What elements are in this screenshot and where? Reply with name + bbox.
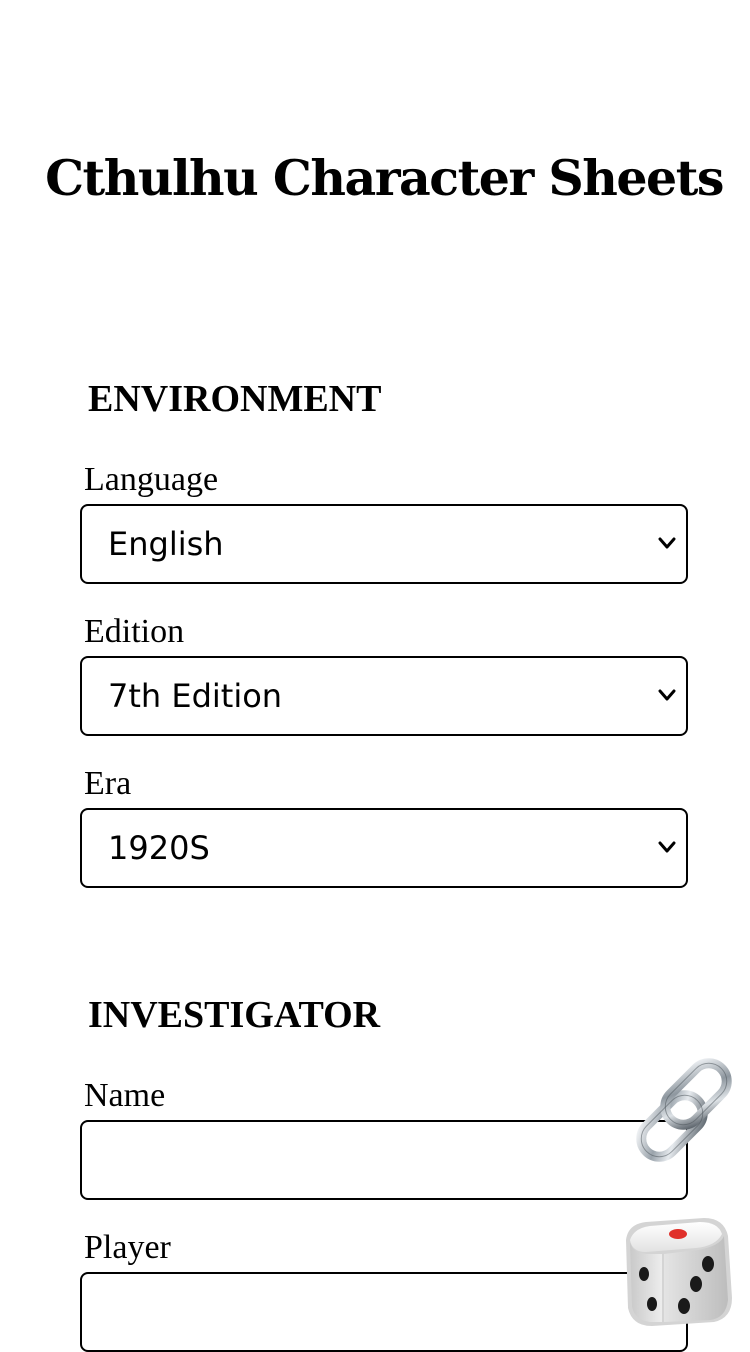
chevron-down-icon bbox=[658, 841, 676, 853]
edition-label: Edition bbox=[84, 613, 185, 650]
name-label: Name bbox=[84, 1077, 166, 1114]
era-select[interactable]: 1920S bbox=[80, 808, 688, 888]
name-input[interactable] bbox=[84, 1124, 684, 1196]
investigator-section-title: INVESTIGATOR bbox=[88, 994, 381, 1036]
language-label: Language bbox=[84, 461, 219, 498]
language-select[interactable]: English bbox=[80, 504, 688, 584]
era-label: Era bbox=[84, 765, 132, 802]
player-field[interactable] bbox=[80, 1272, 688, 1352]
chevron-down-icon bbox=[658, 689, 676, 701]
edition-select-value: 7th Edition bbox=[108, 677, 283, 715]
environment-section-title: ENVIRONMENT bbox=[88, 378, 382, 420]
language-select-value: English bbox=[108, 525, 224, 563]
player-label: Player bbox=[84, 1229, 171, 1266]
name-field[interactable] bbox=[80, 1120, 688, 1200]
page-title: Cthulhu Character Sheets bbox=[45, 149, 724, 207]
chevron-down-icon bbox=[658, 537, 676, 549]
player-input[interactable] bbox=[84, 1276, 684, 1348]
link-icon[interactable] bbox=[616, 1056, 736, 1176]
edition-select[interactable]: 7th Edition bbox=[80, 656, 688, 736]
era-select-value: 1920S bbox=[108, 829, 210, 867]
dice-icon[interactable] bbox=[616, 1210, 736, 1330]
